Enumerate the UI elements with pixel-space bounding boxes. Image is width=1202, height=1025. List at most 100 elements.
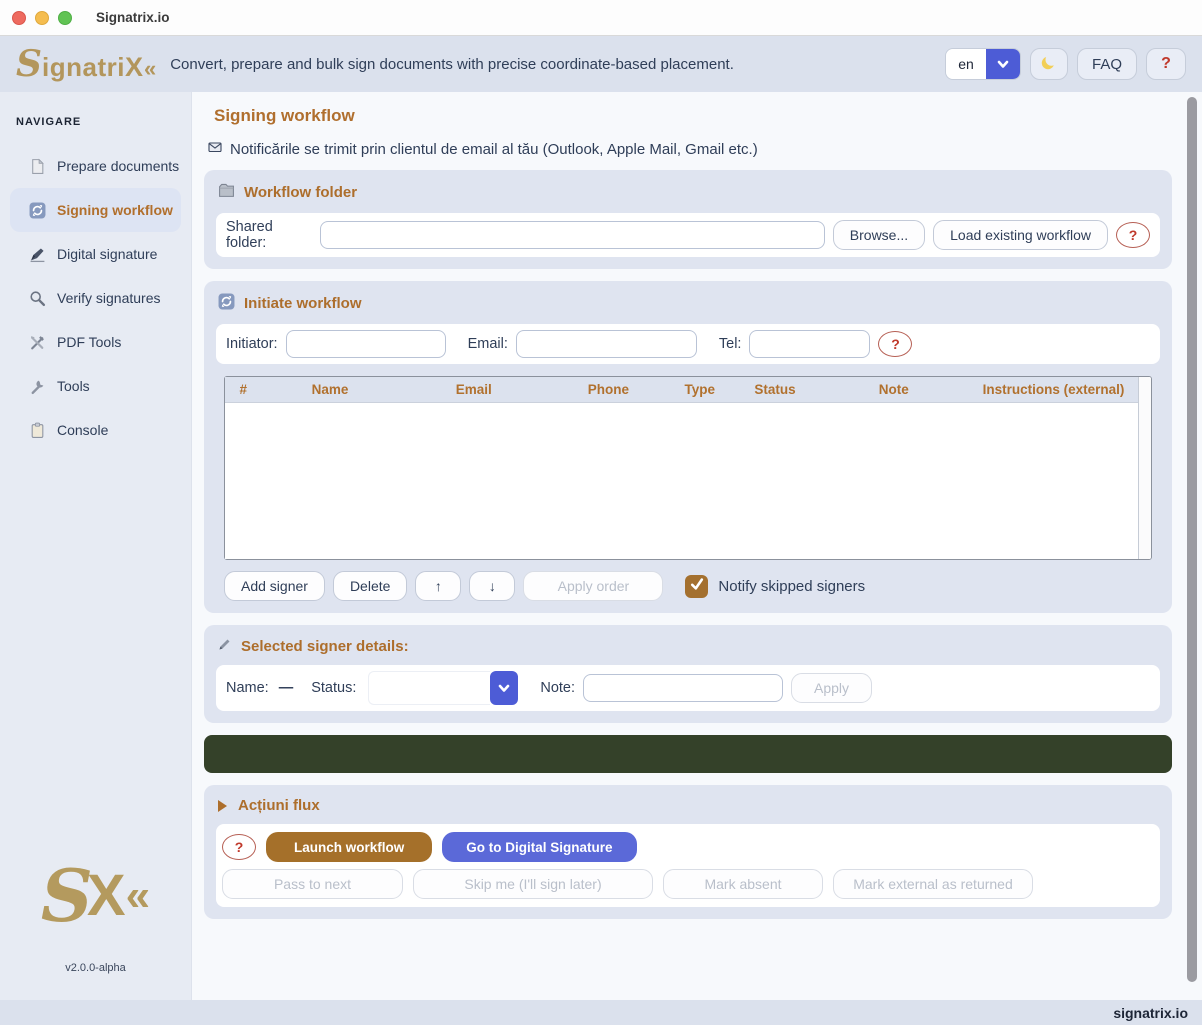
initiate-workflow-header: Initiate workflow	[216, 291, 1160, 324]
sidebar-item-label: Digital signature	[57, 246, 157, 262]
actions-panel: ? Launch workflow Go to Digital Signatur…	[216, 824, 1160, 907]
mark-external-returned-button[interactable]: Mark external as returned	[833, 869, 1033, 899]
main-content: Signing workflow Notificările se trimit …	[192, 92, 1202, 1000]
sidebar-item-digital-signature[interactable]: Digital signature	[10, 232, 181, 276]
header-help-button[interactable]: ?	[1146, 48, 1186, 80]
apply-signer-button[interactable]: Apply	[791, 673, 872, 703]
signers-table[interactable]: # Name Email Phone Type Status Note Inst…	[224, 376, 1152, 560]
email-notice: Notificările se trimit prin clientul de …	[208, 140, 1202, 158]
initiate-workflow-card: Initiate workflow Initiator: Email: Tel:…	[204, 281, 1172, 613]
window-title: Signatrix.io	[96, 10, 170, 25]
browse-button[interactable]: Browse...	[833, 220, 925, 250]
statusbar-text: signatrix.io	[1113, 1005, 1188, 1021]
logo-letter-s: S	[16, 46, 42, 82]
signer-buttons-row: Add signer Delete ↑ ↓ Apply order Notify…	[224, 571, 1160, 601]
moon-icon	[1040, 53, 1058, 75]
column-header-instructions: Instructions (external)	[969, 382, 1138, 397]
move-up-button[interactable]: ↑	[415, 571, 461, 601]
minimize-window-button[interactable]	[35, 11, 49, 25]
signers-table-body[interactable]	[225, 403, 1138, 559]
tel-label: Tel:	[719, 336, 742, 352]
app-version: v2.0.0-alpha	[65, 962, 126, 974]
faq-button[interactable]: FAQ	[1077, 48, 1137, 80]
signer-note-input[interactable]	[583, 674, 783, 702]
shared-folder-input[interactable]	[320, 221, 825, 249]
skip-me-button[interactable]: Skip me (I'll sign later)	[413, 869, 653, 899]
shared-folder-label: Shared folder:	[226, 219, 312, 251]
signer-name-value: —	[279, 680, 294, 696]
main-scrollbar-thumb[interactable]	[1187, 97, 1197, 982]
language-value: en	[946, 49, 986, 79]
sidebar-item-verify-signatures[interactable]: Verify signatures	[10, 276, 181, 320]
clipboard-icon	[28, 421, 46, 439]
column-header-name: Name	[262, 382, 399, 397]
sidebar-item-pdf-tools[interactable]: PDF Tools	[10, 320, 181, 364]
signers-table-header: # Name Email Phone Type Status Note Inst…	[225, 377, 1138, 403]
mark-absent-button[interactable]: Mark absent	[663, 869, 823, 899]
pen-icon	[28, 245, 46, 263]
sidebar-item-label: PDF Tools	[57, 334, 121, 350]
pass-to-next-button[interactable]: Pass to next	[222, 869, 403, 899]
column-header-status: Status	[732, 382, 819, 397]
email-notice-text: Notificările se trimit prin clientul de …	[230, 141, 758, 158]
signers-table-main: # Name Email Phone Type Status Note Inst…	[225, 377, 1138, 559]
traffic-lights	[0, 11, 84, 25]
actions-help-button[interactable]: ?	[222, 834, 256, 860]
shared-folder-row: Shared folder: Browse... Load existing w…	[216, 213, 1160, 257]
load-existing-workflow-button[interactable]: Load existing workflow	[933, 220, 1108, 250]
app-tagline: Convert, prepare and bulk sign documents…	[170, 56, 734, 73]
sync-icon	[218, 293, 235, 314]
signer-status-label: Status:	[311, 680, 356, 696]
selected-signer-card: Selected signer details: Name: — Status:…	[204, 625, 1172, 723]
selected-signer-row: Name: — Status: Note: Apply	[216, 665, 1160, 711]
apply-order-button[interactable]: Apply order	[523, 571, 663, 601]
initiator-label: Initiator:	[226, 336, 278, 352]
magnifier-icon	[28, 289, 46, 307]
close-window-button[interactable]	[12, 11, 26, 25]
selected-signer-header: Selected signer details:	[216, 635, 1160, 665]
language-select[interactable]: en	[945, 48, 1021, 80]
footer-logo-x: X	[87, 867, 126, 925]
status-select[interactable]	[368, 671, 518, 705]
sidebar-item-prepare-documents[interactable]: Prepare documents	[10, 144, 181, 188]
signer-note-label: Note:	[540, 680, 575, 696]
actions-header: Acțiuni flux	[216, 795, 1160, 824]
app-header: SignatriX« Convert, prepare and bulk sig…	[0, 36, 1202, 92]
add-signer-button[interactable]: Add signer	[224, 571, 325, 601]
maximize-window-button[interactable]	[58, 11, 72, 25]
mail-icon	[208, 140, 222, 158]
initiator-input[interactable]	[286, 330, 446, 358]
email-input[interactable]	[516, 330, 697, 358]
email-label: Email:	[468, 336, 508, 352]
column-header-phone: Phone	[549, 382, 668, 397]
sidebar-item-label: Signing workflow	[57, 202, 173, 218]
sidebar-item-label: Prepare documents	[57, 158, 179, 174]
secondary-actions-row: Pass to next Skip me (I'll sign later) M…	[222, 869, 1154, 899]
dark-mode-button[interactable]	[1030, 48, 1068, 80]
workflow-folder-card: Workflow folder Shared folder: Browse...…	[204, 170, 1172, 269]
sidebar-item-label: Tools	[57, 378, 90, 394]
logo-letter-x: X	[125, 54, 143, 81]
sidebar-heading: NAVIGARE	[0, 110, 191, 144]
footer-logo-s: S	[41, 860, 93, 932]
table-scrollbar-track	[1138, 377, 1151, 559]
sidebar: NAVIGARE Prepare documents Signing workf…	[0, 92, 192, 1000]
initiate-workflow-title: Initiate workflow	[244, 295, 362, 312]
goto-digital-signature-button[interactable]: Go to Digital Signature	[442, 832, 636, 862]
sidebar-item-tools[interactable]: Tools	[10, 364, 181, 408]
notify-skipped-checkbox[interactable]	[685, 575, 708, 598]
tel-input[interactable]	[749, 330, 870, 358]
sync-icon	[28, 201, 46, 219]
wrench-icon	[28, 377, 46, 395]
logo-text: ignatri	[42, 54, 125, 80]
launch-workflow-button[interactable]: Launch workflow	[266, 832, 432, 862]
move-down-button[interactable]: ↓	[469, 571, 515, 601]
sidebar-item-console[interactable]: Console	[10, 408, 181, 452]
sidebar-item-signing-workflow[interactable]: Signing workflow	[10, 188, 181, 232]
workflow-folder-help-button[interactable]: ?	[1116, 222, 1150, 248]
column-header-email: Email	[398, 382, 549, 397]
initiate-workflow-help-button[interactable]: ?	[878, 331, 912, 357]
signer-name-label: Name:	[226, 680, 269, 696]
delete-signer-button[interactable]: Delete	[333, 571, 407, 601]
page-title: Signing workflow	[214, 106, 1202, 126]
